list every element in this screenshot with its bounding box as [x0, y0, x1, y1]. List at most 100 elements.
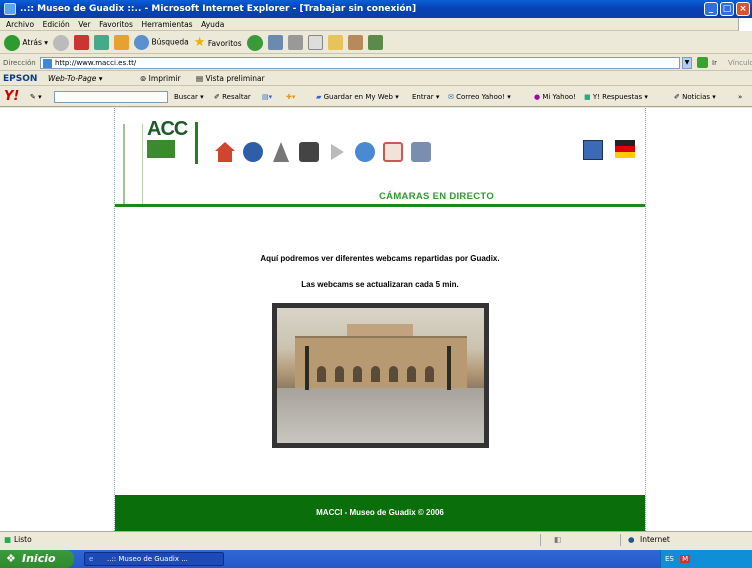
more-chevron[interactable]: »: [738, 87, 742, 107]
palm-tree: [447, 346, 451, 390]
correo-label: Correo Yahoo!: [456, 93, 505, 101]
menu-bar: Archivo Edición Ver Favoritos Herramient…: [0, 18, 752, 31]
go-label[interactable]: Ir: [712, 55, 717, 71]
menu-ver[interactable]: Ver: [78, 20, 90, 29]
tray-icon[interactable]: M: [680, 555, 691, 563]
menu-herramientas[interactable]: Herramientas: [141, 20, 192, 29]
site-nav: [215, 140, 431, 164]
plus-icon[interactable]: ✚▾: [286, 87, 295, 107]
play-icon[interactable]: [331, 144, 344, 160]
miyahoo-label: Mi Yahoo!: [542, 93, 576, 101]
standard-toolbar: Atrás ▾ Búsqueda ★ Favoritos: [0, 32, 752, 54]
guardar-button[interactable]: ▰ Guardar en My Web ▾: [316, 87, 399, 107]
arch: [389, 366, 398, 382]
german-flag-icon[interactable]: [615, 140, 635, 158]
yahoo-toolbar: Y! ✎ ▾ Buscar ▾ ✐ Resaltar ▤▾ ✚▾ ▰ Guard…: [0, 87, 752, 107]
site-page: ACC CÁMARAS EN DIRECTO Aquí podremos ver…: [114, 108, 646, 531]
site-header: ACC CÁMARAS EN DIRECTO: [115, 108, 645, 207]
menu-favoritos[interactable]: Favoritos: [99, 20, 133, 29]
menu-archivo[interactable]: Archivo: [6, 20, 34, 29]
minimize-button[interactable]: _: [704, 2, 718, 16]
messenger-button[interactable]: [367, 35, 383, 50]
noticias-button[interactable]: ✐ Noticias ▾: [674, 87, 716, 107]
ie-task-icon: e: [89, 555, 94, 563]
page-viewport: ACC CÁMARAS EN DIRECTO Aquí podremos ver…: [0, 108, 752, 531]
correo-button[interactable]: ✉ Correo Yahoo! ▾: [448, 87, 511, 107]
pencil-draw-icon[interactable]: [273, 142, 289, 162]
go-button[interactable]: [697, 57, 708, 68]
macci-logo[interactable]: ACC: [121, 116, 199, 204]
footer-text: MACCI - Museo de Guadix © 2006: [316, 508, 444, 517]
search-button[interactable]: Búsqueda: [134, 35, 189, 50]
research-button[interactable]: [347, 35, 363, 50]
links-label[interactable]: Vínculos: [728, 55, 752, 71]
arch: [353, 366, 362, 382]
pencil-icon[interactable]: ✎ ▾: [30, 87, 42, 107]
ie-icon: [4, 3, 16, 15]
arch: [317, 366, 326, 382]
epson-brand: EPSON: [3, 74, 38, 84]
address-url: http://www.macci.es.tt/: [55, 59, 137, 67]
favorites-button[interactable]: ★ Favoritos: [194, 35, 242, 50]
status-text: Listo: [14, 535, 32, 544]
maximize-button[interactable]: □: [720, 2, 734, 16]
yahoo-logo[interactable]: Y!: [4, 87, 19, 107]
taskbar-ie-item[interactable]: e ..:: Museo de Guadix ...: [84, 552, 224, 566]
miyahoo-button[interactable]: ● Mi Yahoo!: [534, 87, 576, 107]
section-title: CÁMARAS EN DIRECTO: [379, 191, 495, 202]
close-button[interactable]: ×: [736, 2, 750, 16]
address-dropdown[interactable]: ▼: [682, 57, 692, 69]
yahoo-search-input[interactable]: [54, 91, 168, 103]
taskbar: ❖ Inicio e ..:: Museo de Guadix ... ES M: [0, 550, 752, 568]
edit-button[interactable]: [307, 35, 323, 50]
status-separator: [540, 534, 541, 546]
home-button[interactable]: [114, 35, 130, 50]
refresh-button[interactable]: [94, 35, 110, 50]
web-to-page-button[interactable]: Web-To-Page ▾: [48, 72, 103, 86]
info-icon[interactable]: [383, 142, 403, 162]
favorites-label: Favoritos: [207, 39, 242, 48]
search-icon: [134, 35, 150, 50]
respuestas-label: Y! Respuestas: [592, 93, 643, 101]
help-icon[interactable]: [243, 142, 263, 162]
status-page-icon: ■: [4, 535, 12, 544]
layout-icon[interactable]: ▤▾: [262, 87, 272, 107]
epson-toolbar: EPSON Web-To-Page ▾ ⊚ Imprimir ▤ Vista p…: [0, 72, 752, 86]
history-button[interactable]: [246, 34, 263, 51]
entrar-button[interactable]: Entrar ▾: [412, 87, 439, 107]
menu-edicion[interactable]: Edición: [43, 20, 70, 29]
buscar-button[interactable]: Buscar ▾: [174, 87, 204, 107]
mail-button[interactable]: [267, 35, 283, 50]
logo-bar: [195, 122, 198, 164]
title-bar: ..:: Museo de Guadix ::.. - Microsoft In…: [0, 0, 752, 18]
arch: [425, 366, 434, 382]
tools-icon[interactable]: [411, 142, 431, 162]
respuestas-button[interactable]: ■ Y! Respuestas ▾: [584, 87, 648, 107]
back-icon: [4, 34, 20, 51]
webcam-image[interactable]: [272, 303, 489, 448]
resaltar-button[interactable]: ✐ Resaltar: [214, 87, 251, 107]
print-epson-button[interactable]: ⊚ Imprimir: [140, 72, 181, 86]
preview-button[interactable]: ▤ Vista preliminar: [196, 72, 265, 86]
address-label: Dirección: [3, 59, 36, 67]
arch: [335, 366, 344, 382]
back-button[interactable]: Atrás ▾: [4, 34, 48, 51]
address-input[interactable]: http://www.macci.es.tt/: [40, 57, 680, 69]
menu-ayuda[interactable]: Ayuda: [201, 20, 224, 29]
globe-icon[interactable]: [355, 142, 375, 162]
stop-button[interactable]: [74, 35, 90, 50]
windows-logo: [738, 18, 752, 31]
preview-label: Vista preliminar: [205, 74, 265, 83]
forward-button[interactable]: [53, 34, 70, 51]
home-icon[interactable]: [215, 142, 235, 162]
window-title: ..:: Museo de Guadix ::.. - Microsoft In…: [20, 4, 417, 14]
start-button[interactable]: ❖ Inicio: [0, 550, 74, 568]
camera-icon[interactable]: [299, 142, 319, 162]
language-indicator[interactable]: ES: [665, 555, 674, 563]
print-button[interactable]: [287, 35, 303, 50]
back-label: Atrás: [22, 37, 42, 47]
intro-text: Aquí podremos ver diferentes webcams rep…: [260, 254, 500, 263]
header-divider: [115, 204, 645, 207]
folder-button[interactable]: [327, 35, 343, 50]
accessibility-icon[interactable]: [583, 140, 603, 160]
